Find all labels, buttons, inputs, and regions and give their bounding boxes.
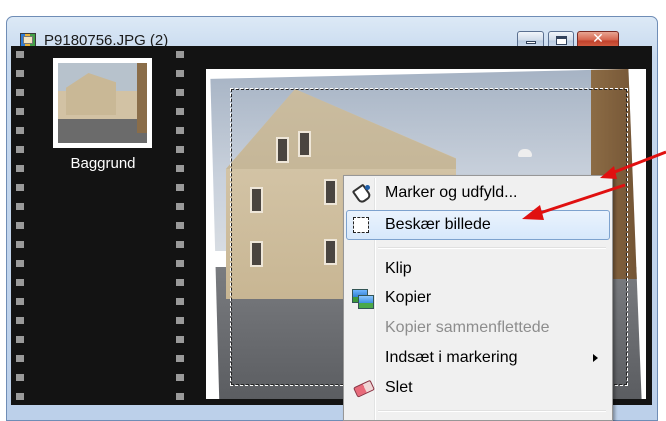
annotation-arrow-line xyxy=(611,150,666,175)
annotation-arrowhead xyxy=(600,166,617,179)
annotation-arrowhead xyxy=(522,205,544,220)
annotation-arrows xyxy=(522,150,666,220)
annotation-arrow-line xyxy=(539,183,626,215)
